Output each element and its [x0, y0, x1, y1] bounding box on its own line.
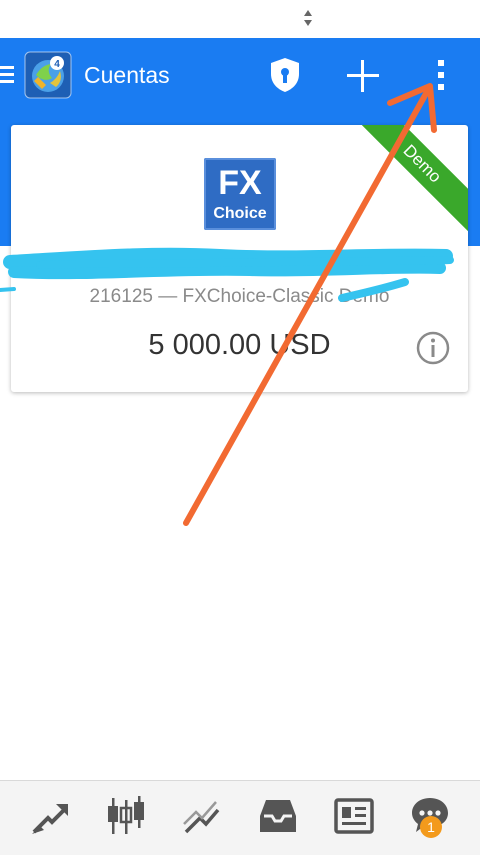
svg-text:4: 4 — [54, 59, 60, 70]
broker-logo-choice: Choice — [213, 205, 267, 222]
inbox-tray-icon — [260, 800, 296, 832]
candlestick-chart-icon — [108, 796, 144, 834]
demo-ribbon: Demo — [354, 125, 468, 232]
trade-arrows-icon — [32, 804, 68, 834]
info-icon[interactable] — [415, 330, 451, 366]
menu-icon[interactable] — [0, 64, 16, 86]
nav-trade-history[interactable] — [256, 794, 300, 838]
broker-logo-fx: FX — [218, 164, 262, 202]
account-card[interactable]: Demo FX Choice 216125 — FXChoice-Classic… — [11, 125, 468, 392]
account-name — [27, 253, 452, 279]
nav-chart[interactable] — [180, 794, 224, 838]
account-number: 216125 — FXChoice-Classic Demo — [89, 286, 390, 307]
add-account-button[interactable] — [344, 57, 382, 95]
sort-arrows-icon — [304, 10, 312, 26]
more-vertical-icon[interactable] — [432, 56, 452, 94]
nav-trade[interactable] — [28, 794, 72, 838]
trend-line-icon — [183, 801, 220, 834]
nav-quotes[interactable] — [104, 794, 148, 838]
status-bar — [0, 0, 480, 38]
chat-unread-badge: 1 — [420, 816, 442, 838]
news-icon — [334, 798, 374, 834]
account-balance: 5 000.00 USD — [148, 329, 331, 361]
shield-keyhole-icon[interactable] — [266, 55, 304, 95]
broker-logo: FX Choice — [204, 158, 276, 230]
page-title: Cuentas — [84, 62, 170, 88]
nav-news[interactable] — [332, 794, 376, 838]
metatrader-logo: 4 — [24, 51, 72, 99]
